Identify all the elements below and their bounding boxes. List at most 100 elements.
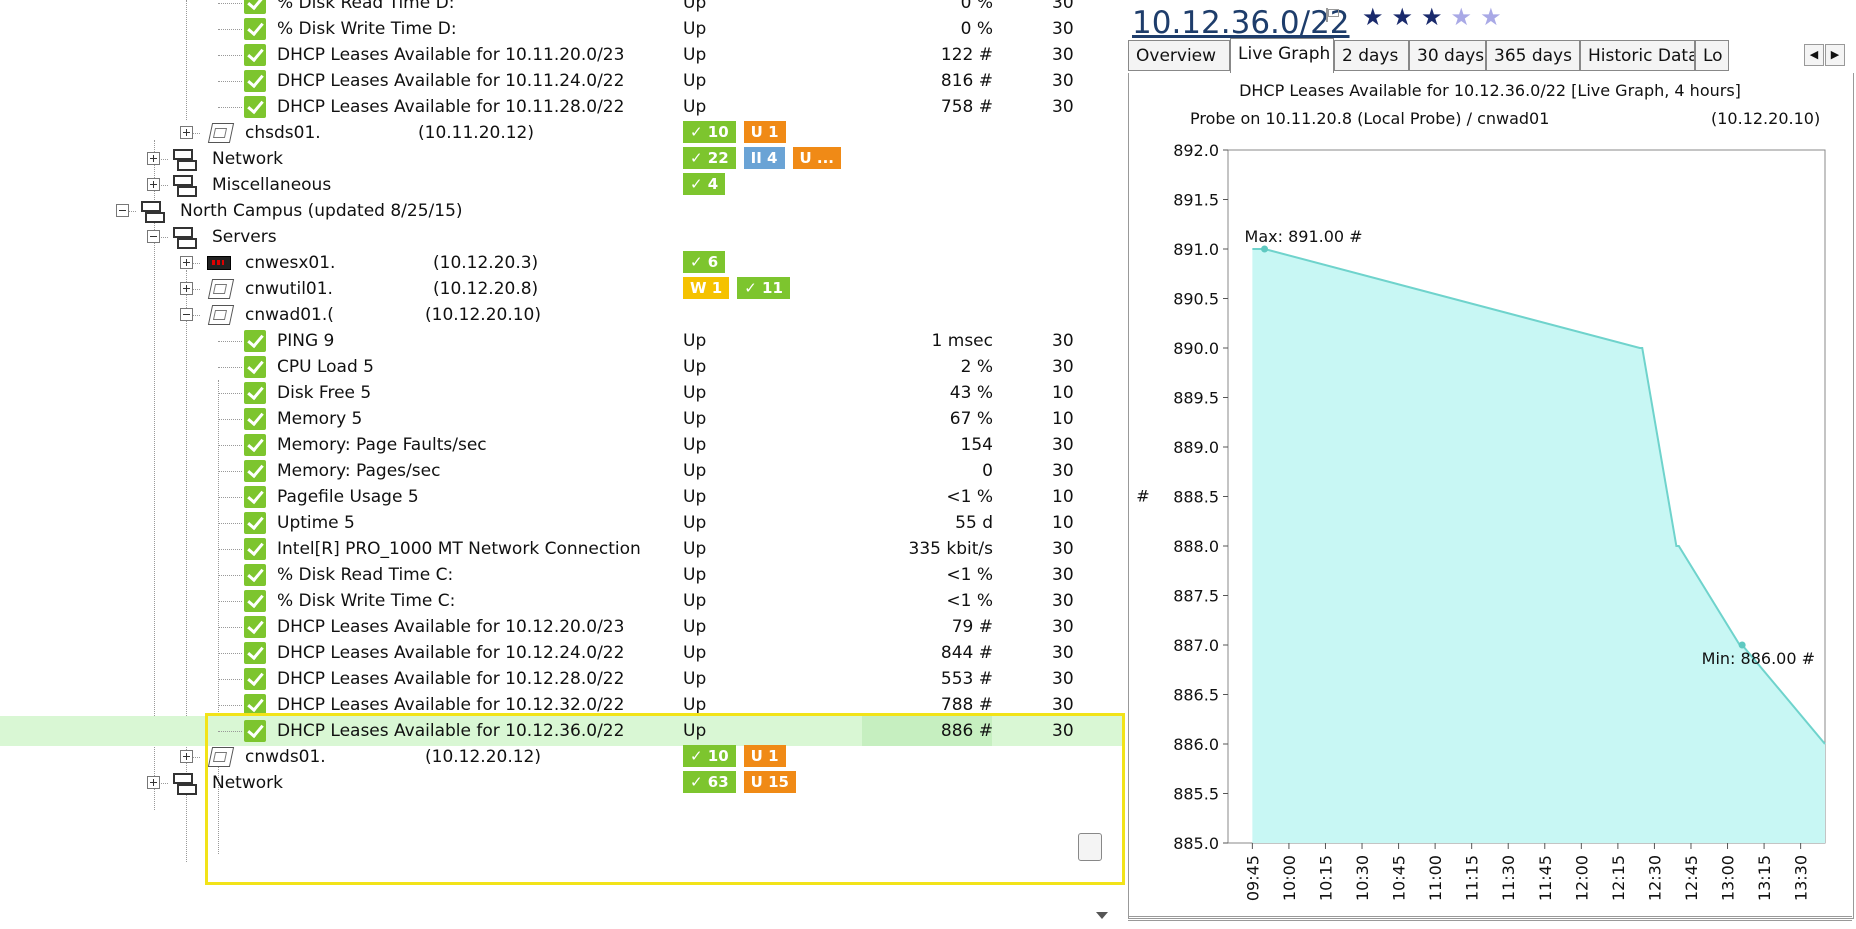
windows-device-icon — [207, 747, 235, 767]
expand-toggle[interactable] — [180, 126, 193, 139]
tree-item-label[interactable]: Memory 5 — [277, 409, 362, 429]
check-icon — [244, 70, 266, 92]
tree-item-label[interactable]: % Disk Write Time C: — [277, 591, 455, 611]
group-icon — [172, 174, 197, 197]
tree-item-label[interactable]: CPU Load 5 — [277, 357, 374, 377]
y-tick-label: 892.0 — [1173, 141, 1219, 160]
tree-item-label[interactable]: Servers — [212, 227, 277, 247]
tree-item-label[interactable]: DHCP Leases Available for 10.11.20.0/23 — [277, 45, 624, 65]
scroll-down-arrow-icon[interactable] — [1096, 912, 1108, 919]
x-tick-label: 12:30 — [1645, 855, 1664, 901]
check-icon — [244, 512, 266, 534]
tree-item-label[interactable]: DHCP Leases Available for 10.11.24.0/22 — [277, 71, 624, 91]
tree-item-label[interactable]: DHCP Leases Available for 10.12.24.0/22 — [277, 643, 624, 663]
sensor-value: 816 # — [940, 71, 993, 91]
x-tick-label: 10:45 — [1390, 855, 1409, 901]
tree-guide-branch — [218, 419, 242, 420]
status-badge-green[interactable]: ✓ 6 — [683, 251, 726, 273]
status-badge-green[interactable]: ✓ 63 — [683, 771, 736, 793]
tree-item-label[interactable]: cnwesx01. — [245, 253, 335, 273]
tree-item-label[interactable]: cnwds01. — [245, 747, 326, 767]
sensor-interval: 10 — [1052, 487, 1074, 507]
tree-item-label[interactable]: % Disk Read Time C: — [277, 565, 453, 585]
y-tick-label: 890.5 — [1173, 290, 1219, 309]
status-badge-green[interactable]: ✓ 10 — [683, 745, 736, 767]
tree-item-label[interactable]: % Disk Write Time D: — [277, 19, 457, 39]
sensor-value: 154 — [960, 435, 993, 455]
tree-item-label[interactable]: Network — [212, 149, 283, 169]
sensor-status: Up — [683, 591, 707, 611]
tree-item-label[interactable]: DHCP Leases Available for 10.11.28.0/22 — [277, 97, 624, 117]
status-badge-orange[interactable]: U 1 — [743, 121, 786, 143]
sensor-interval: 30 — [1052, 19, 1074, 39]
collapse-toggle[interactable] — [116, 204, 129, 217]
tree-item-label[interactable]: North Campus (updated 8/25/15) — [180, 201, 463, 221]
collapse-toggle[interactable] — [147, 230, 160, 243]
sensor-detail-panel: 10.12.36.0/22 ★★★★★ Overview Live Graph 2 … — [1125, 0, 1856, 929]
tree-guide-branch — [218, 55, 242, 56]
sensor-interval: 30 — [1052, 643, 1074, 663]
expand-toggle[interactable] — [147, 776, 160, 789]
tree-item-label[interactable]: cnwad01.( — [245, 305, 334, 325]
tree-item-label[interactable]: DHCP Leases Available for 10.12.32.0/22 — [277, 695, 624, 715]
expand-toggle[interactable] — [180, 282, 193, 295]
tree-item-label[interactable]: Memory: Page Faults/sec — [277, 435, 487, 455]
tree-item-label[interactable]: Network — [212, 773, 283, 793]
status-badge-orange[interactable]: U 15 — [743, 771, 796, 793]
expand-toggle[interactable] — [147, 152, 160, 165]
expand-toggle[interactable] — [147, 178, 160, 191]
tree-guide-branch — [218, 81, 242, 82]
tree-item-label[interactable]: PING 9 — [277, 331, 334, 351]
sensor-value: 55 d — [955, 513, 993, 533]
tree-guide-branch — [218, 523, 242, 524]
group-icon — [172, 148, 197, 171]
tree-item-label[interactable]: Disk Free 5 — [277, 383, 371, 403]
server-device-icon — [207, 256, 231, 270]
check-icon — [244, 356, 266, 378]
tree-item-label[interactable]: % Disk Read Time D: — [277, 0, 454, 13]
tree-item-label[interactable]: DHCP Leases Available for 10.12.28.0/22 — [277, 669, 624, 689]
tree-item-label[interactable]: Pagefile Usage 5 — [277, 487, 419, 507]
expand-toggle[interactable] — [180, 256, 193, 269]
tree-guide-branch — [218, 679, 242, 680]
sensor-interval: 30 — [1052, 721, 1074, 741]
tree-item-label[interactable]: chsds01. — [245, 123, 321, 143]
tree-item-label[interactable]: Miscellaneous — [212, 175, 331, 195]
status-badge-green[interactable]: ✓ 11 — [737, 277, 790, 299]
x-tick-label: 10:15 — [1316, 855, 1335, 901]
status-badge-green[interactable]: ✓ 4 — [683, 173, 726, 195]
status-badge-orange[interactable]: U 1 — [743, 745, 786, 767]
y-tick-label: 887.5 — [1173, 587, 1219, 606]
x-tick-label: 11:15 — [1463, 855, 1482, 901]
sensor-status: Up — [683, 71, 707, 91]
tree-item-label[interactable]: cnwutil01. — [245, 279, 333, 299]
tree-guide-branch — [218, 601, 242, 602]
device-ip: (10.12.20.3) — [433, 253, 539, 273]
tree-item-label[interactable]: Intel[R] PRO_1000 MT Network Connection — [277, 539, 641, 559]
status-badge-green[interactable]: ✓ 22 — [683, 147, 736, 169]
tree-item-label[interactable]: DHCP Leases Available for 10.12.20.0/23 — [277, 617, 624, 637]
tree-item-label[interactable]: Memory: Pages/sec — [277, 461, 440, 481]
y-tick-label: 889.5 — [1173, 389, 1219, 408]
check-icon — [244, 330, 266, 352]
check-icon — [244, 0, 266, 14]
status-badge-blue[interactable]: II 4 — [743, 147, 785, 169]
group-row[interactable]: Network ✓ 63 U 15 — [0, 768, 1125, 798]
check-icon — [244, 538, 266, 560]
status-badge-orange[interactable]: U ... — [792, 147, 841, 169]
check-icon — [244, 460, 266, 482]
group-icon — [172, 772, 197, 795]
status-badges: ✓ 4 — [683, 173, 726, 195]
sensor-status: Up — [683, 357, 707, 377]
collapse-toggle[interactable] — [180, 308, 193, 321]
status-badge-green[interactable]: ✓ 10 — [683, 121, 736, 143]
sensor-status: Up — [683, 435, 707, 455]
panel-divider — [1128, 916, 1852, 921]
x-tick-label: 10:00 — [1280, 855, 1299, 901]
drag-handle[interactable] — [1078, 833, 1102, 861]
expand-toggle[interactable] — [180, 750, 193, 763]
tree-item-label[interactable]: Uptime 5 — [277, 513, 355, 533]
status-badge-yellow[interactable]: W 1 — [683, 277, 730, 299]
tree-item-label[interactable]: DHCP Leases Available for 10.12.36.0/22 — [277, 721, 624, 741]
y-axis-label: # — [1136, 487, 1149, 506]
